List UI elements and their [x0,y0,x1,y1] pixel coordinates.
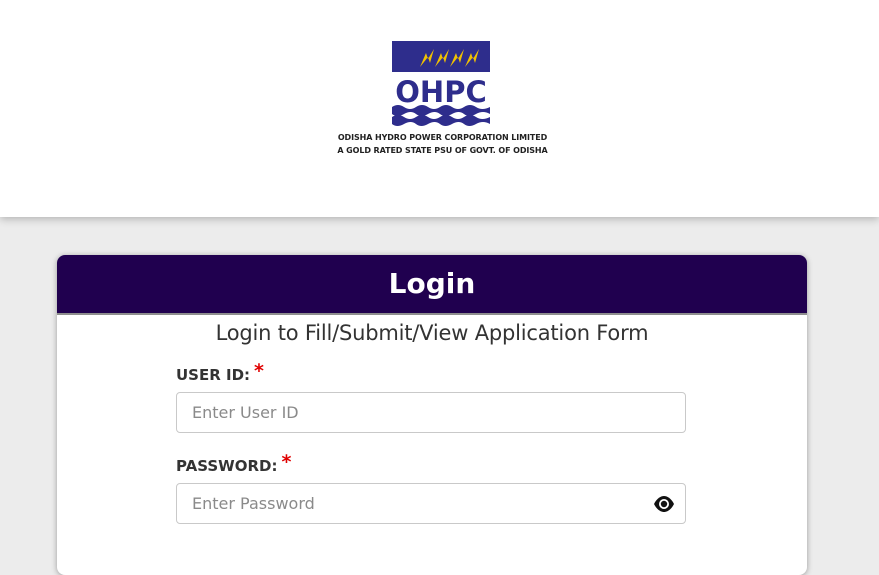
user-id-input[interactable] [177,393,657,432]
user-id-label: USER ID: * [176,360,264,385]
login-subtitle: Login to Fill/Submit/View Application Fo… [215,321,649,345]
ohpc-emblem-icon: OHPC [392,41,490,126]
required-asterisk: * [281,451,292,473]
password-label: PASSWORD: * [176,451,292,476]
password-field-wrapper [176,483,686,524]
eye-icon[interactable] [653,494,675,514]
password-label-text: PASSWORD: [176,457,278,475]
user-id-label-text: USER ID: [176,366,251,384]
logo-ohpc-text: OHPC [395,75,486,109]
site-header: OHPC ODISHA HYDRO POWER CORPORATION LIMI… [0,0,879,217]
password-input[interactable] [177,484,657,523]
login-card: Login Login to Fill/Submit/View Applicat… [57,255,807,575]
required-asterisk: * [254,360,264,382]
logo-tagline: A GOLD RATED STATE PSU OF GOVT. OF ODISH… [337,146,548,155]
user-id-field-wrapper [176,392,686,433]
ohpc-logo: OHPC ODISHA HYDRO POWER CORPORATION LIMI… [335,40,550,160]
login-title: Login [57,255,807,315]
logo-company-name: ODISHA HYDRO POWER CORPORATION LIMITED [337,133,548,142]
